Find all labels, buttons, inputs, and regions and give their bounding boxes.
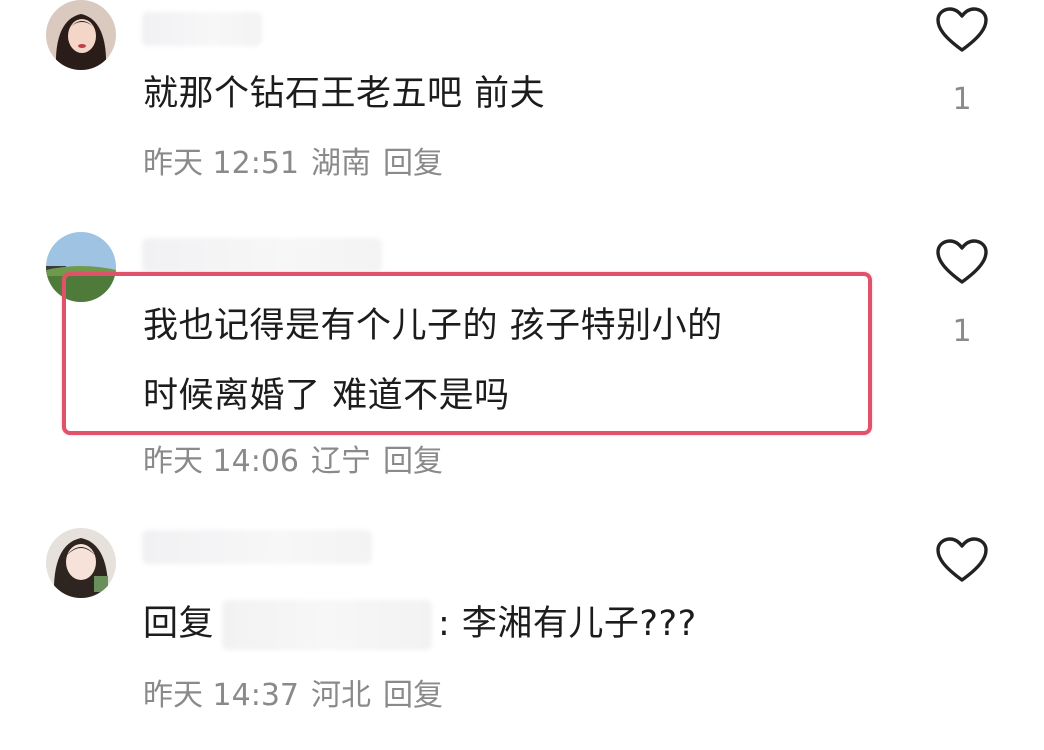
username-blurred [142,12,262,46]
reply-prefix: 回复 [143,604,215,644]
comment-text-line1: 我也记得是有个儿子的 孩子特别小的 [143,306,723,346]
comment-location: 辽宁 [311,444,371,479]
heart-outline-icon[interactable] [935,536,989,584]
username-blurred [142,530,372,564]
avatar[interactable] [46,528,116,598]
comment-location: 河北 [311,678,371,713]
like-count: 1 [952,82,972,117]
comment-meta: 昨天 12:51 湖南 回复 [143,144,455,184]
like-control: 1 [932,238,992,352]
username-blurred [142,238,382,272]
heart-outline-icon[interactable] [935,6,989,54]
avatar[interactable] [46,0,116,70]
comment-text: 回复 : 李湘有儿子??? [143,594,697,654]
comment-time: 昨天 12:51 [143,146,299,181]
comment-text-line2: 时候离婚了 难道不是吗 [143,376,510,416]
like-count: 1 [952,314,972,349]
heart-outline-icon[interactable] [935,238,989,286]
like-control: 1 [932,6,992,120]
comment-location: 湖南 [311,146,371,181]
mentioned-user-blurred[interactable] [222,600,433,650]
comment-meta: 昨天 14:06 辽宁 回复 [143,442,455,482]
comment-time: 昨天 14:06 [143,444,299,479]
comment-text: 就那个钻石王老五吧 前夫 [143,74,546,114]
reply-button[interactable]: 回复 [383,444,443,479]
like-control [932,536,992,584]
comment-time: 昨天 14:37 [143,678,299,713]
reply-button[interactable]: 回复 [383,678,443,713]
comment-meta: 昨天 14:37 河北 回复 [143,676,455,716]
reply-button[interactable]: 回复 [383,146,443,181]
reply-body: : 李湘有儿子??? [438,604,697,644]
